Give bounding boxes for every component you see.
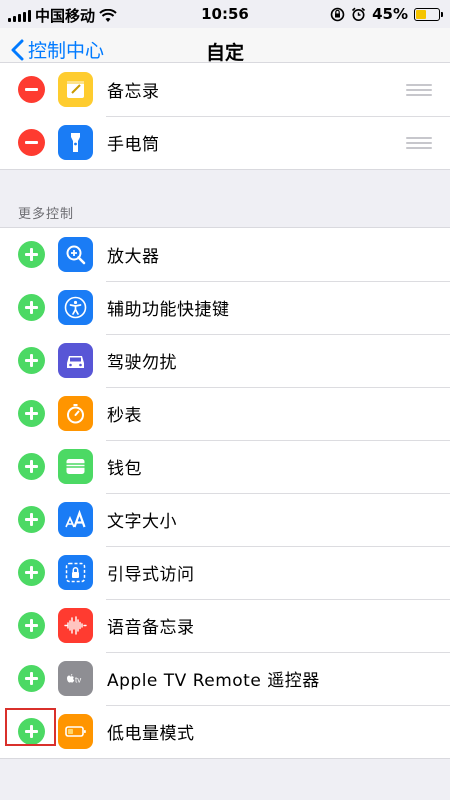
section-header: 更多控制	[18, 207, 75, 222]
add-button[interactable]	[18, 612, 45, 639]
list-item: 语音备忘录	[0, 599, 450, 652]
list-item: 低电量模式	[0, 705, 450, 758]
control-label: 辅助功能快捷键	[107, 300, 230, 320]
notes-icon	[58, 72, 93, 107]
alarm-icon	[352, 7, 366, 21]
add-button[interactable]	[18, 665, 45, 692]
voice-memo-icon	[58, 608, 93, 643]
add-button[interactable]	[18, 400, 45, 427]
list-item: tv Apple TV Remote 遥控器	[0, 652, 450, 705]
apple-tv-remote-icon: tv	[58, 661, 93, 696]
wallet-icon	[58, 449, 93, 484]
battery-icon	[414, 7, 443, 21]
control-label: Apple TV Remote 遥控器	[107, 671, 320, 691]
more-controls-list: 放大器 辅助功能快捷键 驾驶勿扰 秒表 钱包 文字大小 引导式访问 语音备忘录 …	[0, 227, 450, 759]
accessibility-icon	[58, 290, 93, 325]
status-bar: 中国移动 10:56 45%	[0, 0, 450, 28]
reorder-handle-icon[interactable]	[406, 136, 432, 149]
list-item: 备忘录	[0, 63, 450, 116]
list-item: 钱包	[0, 440, 450, 493]
battery-percent: 45%	[372, 5, 408, 23]
list-item: 手电筒	[0, 116, 450, 169]
control-label: 低电量模式	[107, 724, 195, 744]
control-label: 放大器	[107, 247, 160, 267]
status-right: 45%	[330, 5, 443, 23]
control-label: 语音备忘录	[107, 618, 195, 638]
list-item: 引导式访问	[0, 546, 450, 599]
list-item: 辅助功能快捷键	[0, 281, 450, 334]
page-title: 自定	[205, 42, 244, 64]
remove-button[interactable]	[18, 76, 45, 103]
orientation-lock-icon	[330, 7, 345, 21]
add-button[interactable]	[18, 559, 45, 586]
list-item: 文字大小	[0, 493, 450, 546]
control-label: 手电筒	[107, 135, 160, 155]
remove-button[interactable]	[18, 129, 45, 156]
add-button[interactable]	[18, 453, 45, 480]
list-item: 秒表	[0, 387, 450, 440]
included-controls-list: 备忘录 手电筒	[0, 62, 450, 170]
stopwatch-icon	[58, 396, 93, 431]
reorder-handle-icon[interactable]	[406, 83, 432, 96]
add-button[interactable]	[18, 506, 45, 533]
low-power-mode-icon	[58, 714, 93, 749]
add-button[interactable]	[18, 347, 45, 374]
control-label: 备忘录	[107, 82, 160, 102]
add-button[interactable]	[18, 241, 45, 268]
apple-tv-badge: tv	[75, 676, 81, 685]
flashlight-icon	[58, 125, 93, 160]
add-button[interactable]	[18, 294, 45, 321]
list-item: 驾驶勿扰	[0, 334, 450, 387]
guided-access-icon	[58, 555, 93, 590]
car-icon	[58, 343, 93, 378]
highlight-box	[5, 708, 56, 746]
control-label: 钱包	[107, 459, 142, 479]
magnifier-icon	[58, 237, 93, 272]
control-label: 引导式访问	[107, 565, 195, 585]
control-label: 文字大小	[107, 512, 177, 532]
text-size-icon	[58, 502, 93, 537]
control-label: 秒表	[107, 406, 142, 426]
control-label: 驾驶勿扰	[107, 353, 177, 373]
list-item: 放大器	[0, 228, 450, 281]
